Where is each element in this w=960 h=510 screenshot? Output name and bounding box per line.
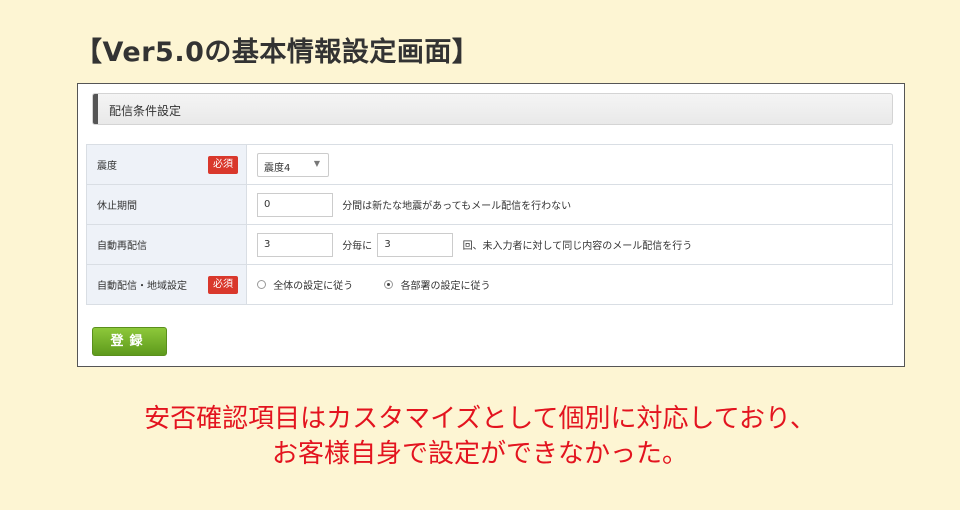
area-label-cell: 自動配信・地域設定 必須 <box>86 264 247 305</box>
settings-form-table: 震度 必須 震度4 ▼ 休止期間 0 分間は新たな地震があってもメール配信を行わ… <box>86 144 893 305</box>
caption-line-1: 安否確認項目はカスタマイズとして個別に対応しており、 <box>144 404 816 434</box>
caption: 安否確認項目はカスタマイズとして個別に対応しており、 お客様自身で設定ができなか… <box>0 402 960 472</box>
pause-value-cell: 0 分間は新たな地震があってもメール配信を行わない <box>246 184 893 225</box>
intensity-select[interactable]: 震度4 ▼ <box>257 152 329 177</box>
section-header-bar <box>93 94 98 124</box>
pause-label: 休止期間 <box>97 201 137 212</box>
resend-label: 自動再配信 <box>97 241 147 252</box>
radio-overall-label: 全体の設定に従う <box>273 281 354 292</box>
resend-label-cell: 自動再配信 <box>86 224 247 265</box>
radio-overall-setting[interactable] <box>257 280 266 289</box>
caption-line-2: お客様自身で設定ができなかった。 <box>271 439 688 469</box>
resend-interval-input[interactable]: 3 <box>257 232 333 257</box>
table-row: 休止期間 0 分間は新たな地震があってもメール配信を行わない <box>86 184 893 225</box>
intensity-value-cell: 震度4 ▼ <box>246 144 893 185</box>
resend-mid-text: 分毎に <box>342 241 373 252</box>
page-title: 【Ver5.0の基本情報設定画面】 <box>75 37 480 68</box>
table-row: 自動再配信 3 分毎に 3 回、未入力者に対して同じ内容のメール配信を行う <box>86 224 893 265</box>
radio-department-setting[interactable] <box>384 280 394 289</box>
intensity-label: 震度 <box>97 161 117 172</box>
intensity-select-value: 震度4 <box>264 162 291 174</box>
pause-label-cell: 休止期間 <box>86 184 247 225</box>
section-header: 配信条件設定 <box>92 93 893 125</box>
intensity-label-cell: 震度 必須 <box>86 144 247 185</box>
area-value-cell: 全体の設定に従う 各部署の設定に従う <box>246 264 893 305</box>
chevron-down-icon: ▼ <box>313 158 320 168</box>
resend-suffix-text: 回、未入力者に対して同じ内容のメール配信を行う <box>462 241 693 252</box>
required-badge: 必須 <box>208 275 238 294</box>
resend-value-cell: 3 分毎に 3 回、未入力者に対して同じ内容のメール配信を行う <box>246 224 893 265</box>
required-badge: 必須 <box>208 155 238 174</box>
pause-minutes-input[interactable]: 0 <box>257 192 333 217</box>
resend-count-input[interactable]: 3 <box>377 232 454 257</box>
table-row: 自動配信・地域設定 必須 全体の設定に従う 各部署の設定に従う <box>86 264 893 305</box>
settings-panel: 配信条件設定 震度 必須 震度4 ▼ 休止期間 0 分間は新たな地震があってもメ… <box>77 83 905 367</box>
pause-suffix-text: 分間は新たな地震があってもメール配信を行わない <box>342 201 572 212</box>
area-label: 自動配信・地域設定 <box>97 281 187 292</box>
section-title: 配信条件設定 <box>109 104 182 118</box>
register-button[interactable]: 登録 <box>92 327 167 356</box>
radio-department-label: 各部署の設定に従う <box>400 281 491 292</box>
table-row: 震度 必須 震度4 ▼ <box>86 144 893 185</box>
